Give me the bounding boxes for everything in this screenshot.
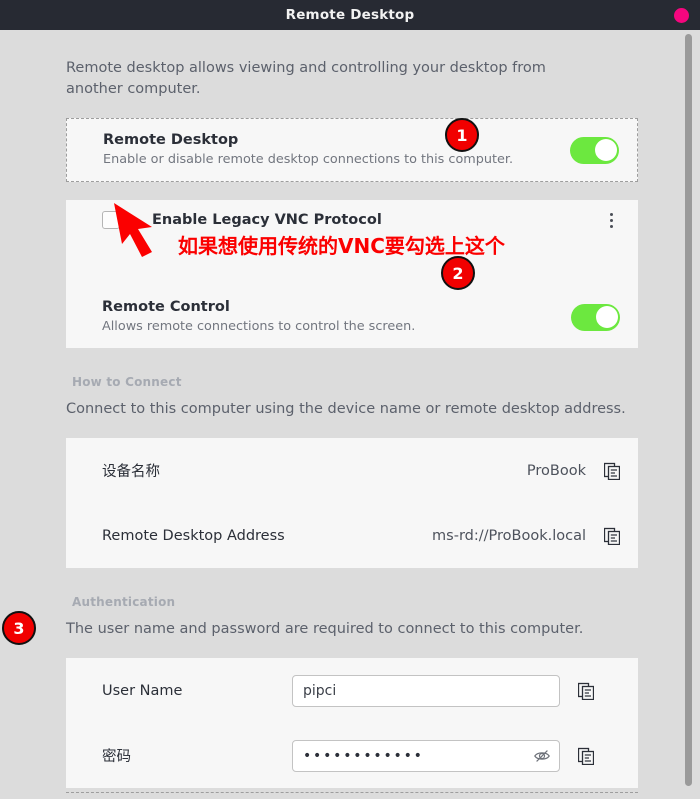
username-input[interactable]: pipci	[292, 674, 560, 707]
remote-desktop-address-value: ms-rd://ProBook.local	[432, 527, 586, 544]
password-value: ••••••••••••	[303, 747, 424, 764]
toggle-knob	[595, 306, 618, 328]
footer-actions: Verify Encryption	[66, 788, 638, 799]
intro-description: Remote desktop allows viewing and contro…	[66, 60, 546, 97]
annotation-badge-3: 3	[2, 611, 36, 645]
remote-control-title: Remote Control	[102, 299, 230, 315]
device-name-row: 设备名称 ProBook	[66, 438, 638, 503]
copy-icon[interactable]	[578, 747, 594, 765]
copy-icon[interactable]	[604, 527, 620, 545]
legacy-vnc-label: Enable Legacy VNC Protocol	[152, 212, 382, 228]
remote-desktop-texts: Remote Desktop Enable or disable remote …	[103, 131, 556, 169]
connection-info-card: 设备名称 ProBook Remote Desktop Address ms-r…	[66, 438, 638, 568]
annotation-badge-2: 2	[441, 256, 475, 290]
kebab-menu-icon[interactable]	[602, 212, 620, 228]
remote-desktop-address-label: Remote Desktop Address	[102, 527, 285, 544]
password-row: 密码 ••••••••••••	[66, 723, 638, 788]
remote-desktop-card: Remote Desktop Enable or disable remote …	[66, 118, 638, 182]
device-name-label: 设备名称	[102, 464, 160, 480]
remote-desktop-subtitle: Enable or disable remote desktop connect…	[103, 152, 514, 167]
remote-desktop-row[interactable]: Remote Desktop Enable or disable remote …	[67, 119, 637, 181]
username-row: User Name pipci	[66, 658, 638, 723]
settings-scroll-area: Remote desktop allows viewing and contro…	[0, 30, 700, 799]
remote-desktop-address-row: Remote Desktop Address ms-rd://ProBook.l…	[66, 503, 638, 568]
authentication-card: User Name pipci 密码 ••••••••••••	[66, 658, 638, 788]
vertical-scrollbar[interactable]	[685, 34, 692, 794]
window-title: Remote Desktop	[285, 7, 415, 23]
remote-control-toggle[interactable]	[571, 303, 620, 331]
authentication-section-label: Authentication	[72, 595, 176, 609]
remote-control-subtitle: Allows remote connections to control the…	[102, 319, 416, 334]
remote-desktop-toggle[interactable]	[570, 136, 619, 164]
username-value: pipci	[303, 682, 337, 699]
password-input[interactable]: ••••••••••••	[292, 739, 560, 772]
recording-indicator-icon	[674, 8, 689, 23]
username-label: User Name	[102, 682, 183, 699]
how-to-connect-description: Connect to this computer using the devic…	[66, 401, 626, 417]
eye-slash-icon[interactable]	[533, 748, 551, 764]
device-name-value: ProBook	[526, 462, 586, 479]
copy-icon[interactable]	[604, 462, 620, 480]
remote-control-card: Enable Legacy VNC Protocol Remote Contro…	[66, 200, 638, 348]
annotation-badge-1: 1	[445, 118, 479, 152]
authentication-description: The user name and password are required …	[66, 621, 584, 637]
remote-desktop-title: Remote Desktop	[103, 132, 239, 148]
annotation-spacer	[66, 240, 638, 286]
copy-icon[interactable]	[578, 682, 594, 700]
password-label: 密码	[102, 749, 131, 765]
title-bar: Remote Desktop	[0, 0, 700, 30]
legacy-vnc-row[interactable]: Enable Legacy VNC Protocol	[66, 200, 638, 240]
scrollbar-thumb[interactable]	[685, 34, 692, 786]
how-to-connect-section-label: How to Connect	[72, 375, 182, 389]
toggle-knob	[594, 139, 617, 161]
remote-control-row[interactable]: Remote Control Allows remote connections…	[66, 286, 638, 348]
remote-control-texts: Remote Control Allows remote connections…	[102, 298, 557, 336]
legacy-vnc-checkbox[interactable]	[102, 211, 120, 229]
bottom-divider	[66, 792, 638, 793]
remote-desktop-settings-window: Remote Desktop Remote desktop allows vie…	[0, 0, 700, 799]
